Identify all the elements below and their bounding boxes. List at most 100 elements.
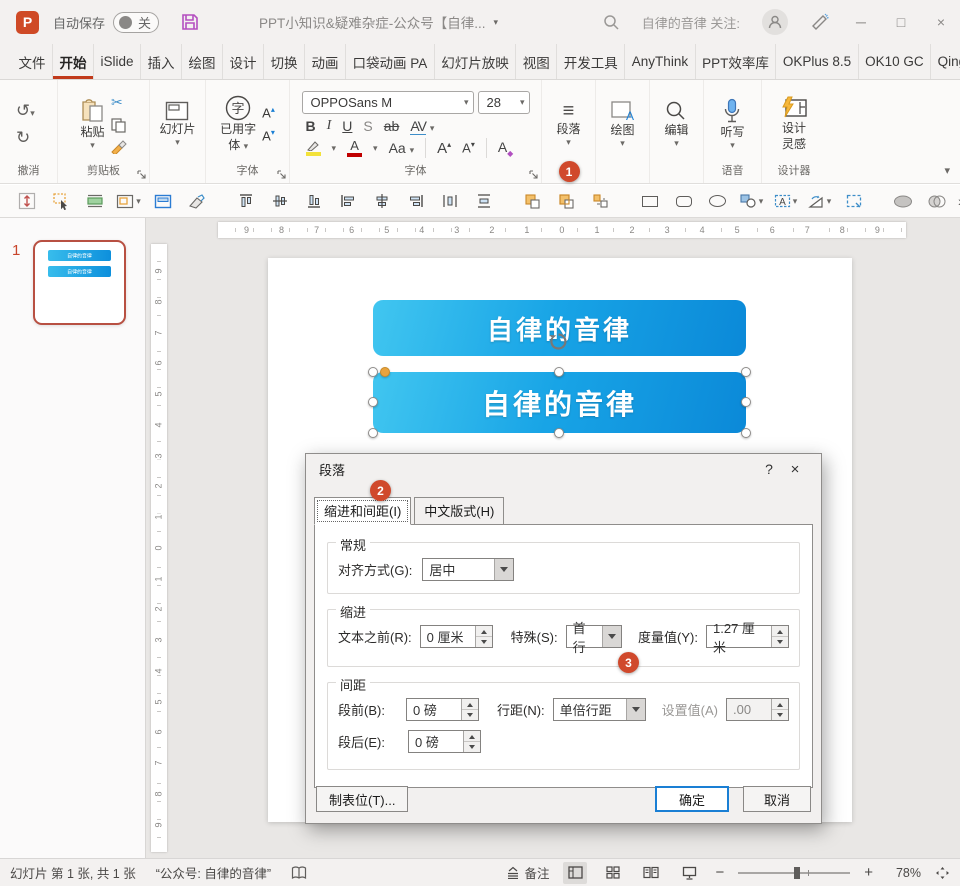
title-banner-2-selected[interactable]: 自律的音律 [373, 372, 746, 433]
design-ideas-button[interactable]: 设计 灵感 [780, 96, 808, 152]
align-middle-tool[interactable] [267, 189, 292, 213]
autosave-toggle[interactable]: 关 [113, 12, 159, 33]
tab-islide[interactable]: iSlide [93, 44, 140, 79]
fit-to-window-button[interactable] [935, 866, 950, 880]
tab-view[interactable]: 视图 [515, 44, 556, 79]
document-title[interactable]: PPT小知识&疑难杂症-公众号【自律... ▾ [259, 12, 498, 32]
shrink-font-button[interactable]: A▾ [462, 140, 475, 155]
tab-animations[interactable]: 动画 [304, 44, 345, 79]
merge-shapes-intersect-tool[interactable] [924, 189, 949, 213]
tab-anythink[interactable]: AnyThink [624, 44, 694, 79]
zoom-slider-thumb[interactable] [794, 867, 800, 879]
before-text-spinner[interactable]: 0 厘米 [420, 625, 493, 648]
paragraph-button[interactable]: ≡ 段落 ▾ [556, 101, 580, 148]
space-after-spinner[interactable]: 0 磅 [408, 730, 481, 753]
slideshow-view-button[interactable] [677, 862, 701, 884]
zoom-out-button[interactable]: − [715, 864, 724, 881]
tab-indents-and-spacing[interactable]: 缩进和间距(I) [314, 497, 411, 525]
zoom-level[interactable]: 78% [887, 866, 921, 880]
normal-view-button[interactable] [563, 862, 587, 884]
notes-page-tool[interactable] [150, 189, 175, 213]
megaphone-icon[interactable] [810, 13, 830, 31]
line-spacing-tool[interactable] [14, 189, 39, 213]
underline-button[interactable]: U [342, 118, 352, 134]
group-objects-tool[interactable] [588, 189, 613, 213]
align-right-tool[interactable] [403, 189, 428, 213]
tab-ok10[interactable]: OK10 GC [858, 44, 931, 79]
distribute-rows-tool[interactable] [82, 189, 107, 213]
alignment-select[interactable]: 居中 [422, 558, 514, 581]
align-left-tool[interactable] [335, 189, 360, 213]
rectangle-shape-tool[interactable] [637, 189, 662, 213]
grow-font-button[interactable]: A▴ [437, 140, 451, 157]
dictate-button[interactable]: 听写 ▾ [720, 98, 744, 151]
text-effects-button[interactable]: A◆ [498, 139, 514, 158]
selection-handle-top-right[interactable] [741, 367, 751, 377]
decrease-font-button[interactable]: A▾ [262, 128, 275, 143]
distribute-horizontal-tool[interactable] [437, 189, 462, 213]
bring-forward-tool[interactable] [520, 189, 545, 213]
space-before-spinner[interactable]: 0 磅 [406, 698, 479, 721]
italic-button[interactable]: I [327, 118, 332, 134]
chevron-down-icon[interactable]: ▾ [373, 144, 378, 153]
collapse-ribbon-chevron[interactable]: ▾ [944, 164, 950, 177]
tab-asian-typography[interactable]: 中文版式(H) [414, 497, 504, 525]
spinner-buttons[interactable] [771, 626, 788, 647]
clear-format-tool[interactable] [184, 189, 209, 213]
merge-shapes-union-tool[interactable] [890, 189, 915, 213]
selection-handle-mid-right[interactable] [741, 397, 751, 407]
chevron-down-icon[interactable]: ▾ [332, 144, 337, 153]
used-fonts-dialog-launcher[interactable] [277, 170, 286, 179]
zoom-in-button[interactable]: + [864, 864, 873, 881]
editing-button[interactable]: 编辑 ▾ [664, 100, 688, 149]
drawing-button[interactable]: A 绘图 ▾ [610, 100, 634, 149]
tab-transitions[interactable]: 切换 [263, 44, 304, 79]
reading-view-button[interactable] [639, 862, 663, 884]
font-color-button[interactable]: A [347, 139, 362, 157]
tab-insert[interactable]: 插入 [140, 44, 181, 79]
tab-slideshow[interactable]: 幻灯片放映 [434, 44, 516, 79]
tab-qing[interactable]: Qing [930, 44, 960, 79]
used-fonts-button[interactable]: 字 已用字 体 ▾ [220, 95, 256, 153]
tab-design[interactable]: 设计 [222, 44, 263, 79]
change-shape-tool[interactable]: ▾ [807, 189, 832, 213]
rotate-handle[interactable] [548, 331, 569, 352]
zoom-slider[interactable] [738, 872, 850, 874]
tab-developer[interactable]: 开发工具 [556, 44, 624, 79]
highlight-color-button[interactable] [306, 141, 321, 156]
adjust-handle[interactable] [380, 367, 390, 377]
tab-file[interactable]: 文件 [12, 44, 52, 79]
table-cell-tool[interactable]: ▾ [116, 189, 141, 213]
tabs-button[interactable]: 制表位(T)... [316, 786, 408, 812]
selection-handle-bottom-center[interactable] [554, 428, 564, 438]
selection-handle-top-left[interactable] [368, 367, 378, 377]
align-bottom-tool[interactable] [301, 189, 326, 213]
line-spacing-select[interactable]: 单倍行距 [553, 698, 646, 721]
notes-button[interactable]: 备注 [506, 863, 549, 882]
font-name-combo[interactable]: OPPOSans M ▾ [302, 91, 474, 114]
minimize-button[interactable]: ─ [852, 14, 870, 30]
tab-okplus[interactable]: OKPlus 8.5 [775, 44, 857, 79]
change-case-button[interactable]: Aa ▾ [389, 140, 415, 156]
strikethrough-button[interactable]: ab [384, 118, 400, 134]
cut-button[interactable]: ✂ [111, 94, 127, 111]
distribute-vertical-tool[interactable] [471, 189, 496, 213]
selection-handle-top-center[interactable] [554, 367, 564, 377]
tab-draw[interactable]: 绘图 [181, 44, 222, 79]
slide-sorter-view-button[interactable] [601, 862, 625, 884]
ellipse-shape-tool[interactable] [705, 189, 730, 213]
save-icon[interactable] [181, 13, 199, 31]
by-spinner[interactable]: 1.27 厘米 [706, 625, 789, 648]
search-icon[interactable] [603, 14, 620, 31]
paste-button[interactable]: 粘贴 ▾ [80, 98, 105, 151]
text-shadow-button[interactable]: S [363, 118, 372, 134]
format-painter-button[interactable] [111, 140, 127, 154]
selection-handle-bottom-left[interactable] [368, 428, 378, 438]
shapes-gallery-tool[interactable]: ▾ [739, 189, 764, 213]
slide-thumbnail[interactable]: 自律的音律 自律的音律 [33, 240, 126, 325]
spinner-buttons[interactable] [475, 626, 492, 647]
send-backward-tool[interactable] [554, 189, 579, 213]
dialog-close-button[interactable]: × [782, 461, 808, 478]
spinner-buttons[interactable] [463, 731, 480, 752]
lasso-select-tool[interactable] [841, 189, 866, 213]
